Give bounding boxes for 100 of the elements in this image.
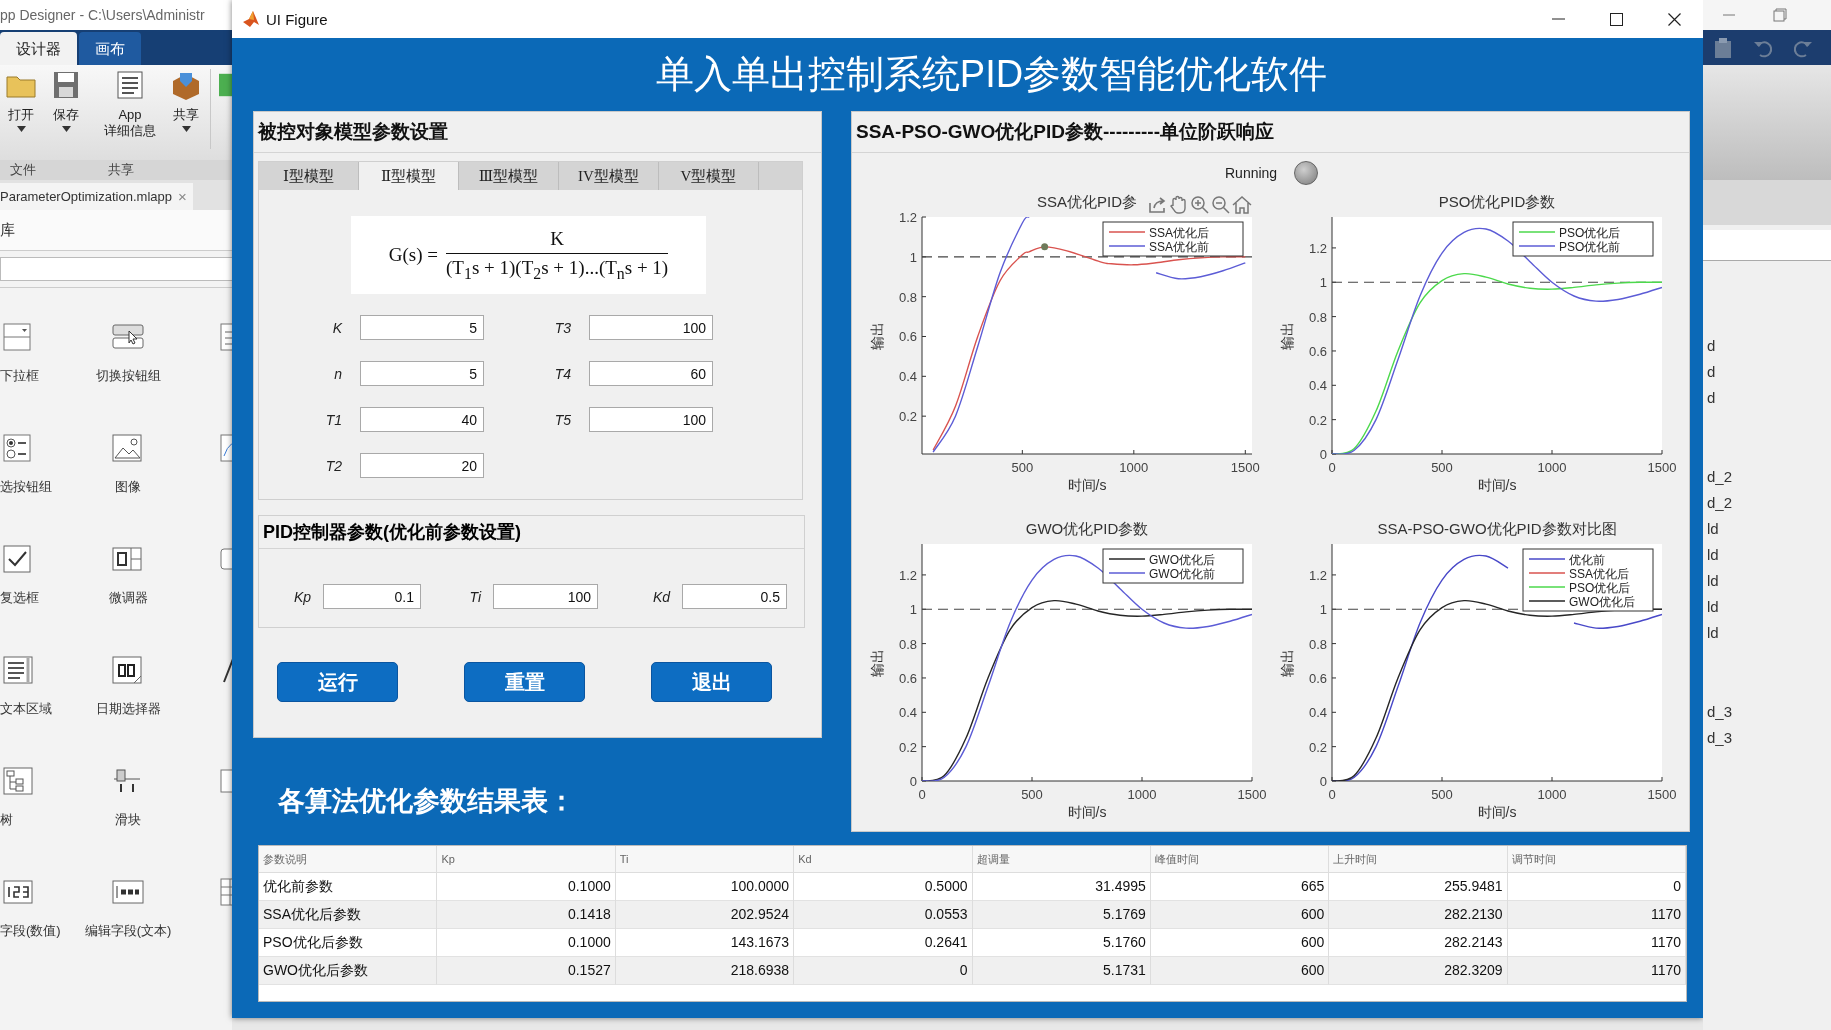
table-cell: 0 xyxy=(794,956,973,985)
tick-label: 0.8 xyxy=(1308,309,1327,325)
zoom-out-icon[interactable] xyxy=(1212,196,1230,214)
component-item[interactable]: 选按钮组 xyxy=(0,434,80,545)
tick-label: 1500 xyxy=(1647,787,1677,802)
tick-label: 0 xyxy=(909,774,917,789)
action-button[interactable]: 重置 xyxy=(464,662,585,702)
component-item[interactable]: 日期选择器 xyxy=(80,656,176,767)
component-item[interactable]: 字段(数值) xyxy=(0,878,80,989)
table-cell: 0.0553 xyxy=(794,900,973,929)
image-icon xyxy=(112,434,144,464)
number-field[interactable]: 0.5 xyxy=(682,584,787,609)
toolbar-button[interactable]: App 详细信息 xyxy=(90,69,170,139)
component-item[interactable]: 切换按钮组 xyxy=(80,323,176,434)
tick-label: 1.2 xyxy=(1308,567,1327,583)
section-title: 各算法优化参数结果表： xyxy=(277,785,576,818)
tick-label: 500 xyxy=(1021,787,1043,802)
number-field[interactable]: 5 xyxy=(360,361,484,386)
column-header: Kp xyxy=(437,846,616,873)
formula-text: K xyxy=(550,227,564,250)
tick-label: 0.6 xyxy=(898,670,917,686)
number-field[interactable]: 100 xyxy=(493,584,598,609)
axis-label: 时间/s xyxy=(1477,477,1517,493)
legend-line-icon xyxy=(1108,572,1146,574)
section-label: 库 xyxy=(0,210,232,251)
tick-label: 0.4 xyxy=(1308,378,1327,394)
tick-label: 1 xyxy=(909,602,917,618)
panel-title: SSA-PSO-GWO优化PID参数---------单位阶跃响应 xyxy=(852,112,1689,153)
tick-label: 0.6 xyxy=(1308,343,1327,359)
legend-line-icon xyxy=(1108,231,1146,233)
toolbar-button[interactable]: 打开 xyxy=(0,69,42,138)
axes-toolbar[interactable] xyxy=(1149,195,1252,214)
app-title: 单入单出控制系统PID参数智能优化软件 xyxy=(654,52,1329,97)
model-tab[interactable]: Ⅲ型模型 xyxy=(459,162,559,190)
legend-label: SSA优化后 xyxy=(1569,566,1629,581)
tick-label: 1000 xyxy=(1537,787,1567,802)
component-item[interactable]: 复选框 xyxy=(0,545,80,656)
field-label: T3 xyxy=(553,319,571,336)
toolbar-button[interactable]: 保存 xyxy=(42,69,90,138)
model-tab[interactable]: IV型模型 xyxy=(559,162,659,190)
table-cell: SSA优化后参数 xyxy=(259,900,438,929)
legend-label: SSA优化前 xyxy=(1149,239,1209,254)
tick-label: 1.2 xyxy=(898,567,917,583)
search-field[interactable] xyxy=(1703,230,1831,261)
export-icon[interactable] xyxy=(1149,197,1165,213)
number-field[interactable]: 60 xyxy=(589,361,713,386)
number-field[interactable]: 40 xyxy=(360,407,484,432)
column-header: 参数说明 xyxy=(259,846,438,873)
number-field[interactable]: 5 xyxy=(360,315,484,340)
component-item[interactable]: 下拉框 xyxy=(0,323,80,434)
component-item[interactable]: 编辑字段(文本) xyxy=(80,878,176,989)
tick-label: 0.2 xyxy=(898,409,917,425)
field-label: T1 xyxy=(324,411,342,428)
pan-icon[interactable] xyxy=(1170,195,1186,214)
zoom-in-icon[interactable] xyxy=(1191,196,1209,214)
tree-icon xyxy=(3,767,35,797)
model-tab[interactable]: Ⅱ型模型 xyxy=(359,162,459,190)
number-field[interactable]: 100 xyxy=(589,315,713,340)
section-label: 文件 xyxy=(9,161,37,179)
home-icon[interactable] xyxy=(1232,196,1252,214)
legend-line-icon xyxy=(1108,558,1146,560)
legend-label: PSO优化后 xyxy=(1559,225,1621,240)
action-button[interactable]: 运行 xyxy=(277,662,398,702)
model-tab[interactable]: V型模型 xyxy=(659,162,759,190)
tick-label: 1.2 xyxy=(898,210,917,225)
toolbar-button[interactable]: 共享 xyxy=(170,69,202,138)
tick-label: 1 xyxy=(1319,275,1327,291)
chart-title: PSO优化PID参数 xyxy=(1438,193,1556,210)
tick-label: 0.2 xyxy=(1308,739,1327,755)
search-field[interactable] xyxy=(0,257,232,281)
legend-label: PSO优化后 xyxy=(1569,580,1631,595)
table-cell: GWO优化后参数 xyxy=(259,956,438,985)
field-label: K xyxy=(331,319,342,336)
legend-line-icon xyxy=(1528,558,1566,560)
file-tab[interactable]: ParameterOptimization.mlapp × xyxy=(0,183,193,210)
property-name: ld xyxy=(1707,545,1719,565)
table-cell: 202.9524 xyxy=(615,900,795,929)
component-item[interactable]: 微调器 xyxy=(80,545,176,656)
number-field[interactable]: 20 xyxy=(360,453,484,478)
property-name: d_2 xyxy=(1707,467,1733,487)
legend-label: GWO优化前 xyxy=(1149,566,1215,581)
component-item[interactable]: 图像 xyxy=(80,434,176,545)
number-field[interactable]: 0.1 xyxy=(323,584,421,609)
table-cell: 0.1418 xyxy=(437,900,616,929)
tick-label: 0.8 xyxy=(898,289,917,305)
legend-line-icon xyxy=(1528,600,1566,602)
component-item[interactable]: 滑块 xyxy=(80,767,176,878)
number-field[interactable]: 100 xyxy=(589,407,713,432)
tick-label: 0.8 xyxy=(1308,636,1327,652)
component-item[interactable]: 文本区域 xyxy=(0,656,80,767)
field-label: n xyxy=(333,365,342,382)
document-list-icon xyxy=(114,69,146,101)
ribbon-tab[interactable]: 设计器 xyxy=(0,32,77,65)
component-item[interactable]: 树 xyxy=(0,767,80,878)
tick-label: 0 xyxy=(918,787,926,802)
tick-label: 1500 xyxy=(1230,460,1260,475)
action-button[interactable]: 退出 xyxy=(651,662,772,702)
field-label: T4 xyxy=(553,365,571,382)
tick-label: 0.8 xyxy=(898,636,917,652)
ribbon-tab[interactable]: 画布 xyxy=(79,32,141,65)
